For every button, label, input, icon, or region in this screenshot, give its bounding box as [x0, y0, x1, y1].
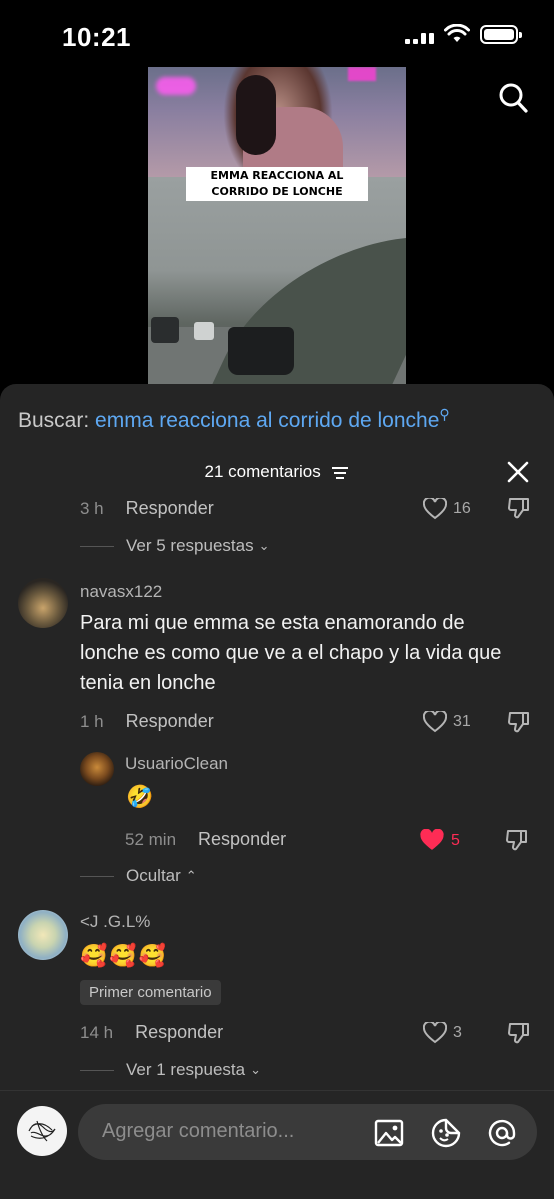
heart-filled-icon: [420, 829, 444, 850]
first-comment-badge: Primer comentario: [80, 980, 221, 1005]
sort-icon[interactable]: [331, 466, 349, 480]
reply-button[interactable]: Responder: [135, 1022, 223, 1043]
status-bar: 10:21: [0, 0, 554, 70]
like-count: 16: [453, 500, 471, 517]
comment-count-header[interactable]: 21 comentarios: [0, 462, 554, 482]
search-icon[interactable]: [498, 82, 528, 114]
comment-meta: 1 h Responder: [80, 711, 214, 732]
view-replies-label: Ver 5 respuestas: [126, 536, 254, 555]
wifi-icon: [444, 24, 470, 42]
comment-time: 3 h: [80, 498, 104, 518]
video-reaction-frame: [148, 67, 406, 192]
avatar[interactable]: [80, 752, 114, 786]
like-button[interactable]: 31: [423, 711, 471, 733]
view-replies-label: Ver 1 respuesta: [126, 1060, 246, 1079]
comment-username[interactable]: navasx122: [80, 582, 162, 602]
comment-text: Para mi que emma se esta enamorando de l…: [80, 612, 502, 694]
like-count: 31: [453, 713, 471, 730]
status-time: 10:21: [62, 22, 131, 52]
cellular-signal-icon: [405, 24, 434, 44]
comment-username[interactable]: UsuarioClean: [125, 754, 228, 774]
comments-sheet: Buscar: emma reacciona al corrido de lon…: [0, 384, 554, 1199]
search-small-icon: ⚲: [439, 406, 450, 422]
comment-list[interactable]: 3 h Responder 16 Ver 5 respuestas ⌄ nava…: [0, 488, 554, 1093]
heart-outline-icon: [423, 498, 447, 520]
reply-button[interactable]: Responder: [198, 829, 286, 850]
hide-replies-label: Ocultar: [126, 866, 181, 885]
search-query-link[interactable]: emma reacciona al corrido de lonche: [95, 409, 439, 432]
heart-outline-icon: [423, 711, 447, 733]
heart-outline-icon: [423, 1022, 447, 1044]
chevron-down-icon: ⌄: [258, 538, 270, 553]
chevron-down-icon: ⌄: [250, 1062, 261, 1077]
chevron-up-icon: ⌃: [185, 868, 197, 883]
comment-username[interactable]: <J .G.L%: [80, 912, 150, 932]
comment-input-bar: Agregar comentario...: [0, 1090, 554, 1199]
dislike-icon[interactable]: [507, 496, 531, 520]
like-count: 5: [451, 831, 460, 849]
like-count: 3: [453, 1024, 462, 1041]
comment-text: 🤣: [126, 784, 154, 809]
comment-time: 52 min: [125, 829, 177, 849]
like-button[interactable]: 5: [419, 829, 460, 852]
video-preview[interactable]: Emma reacciona al corrido de lonche: [148, 67, 406, 385]
dislike-icon[interactable]: [507, 1021, 531, 1045]
like-button[interactable]: 3: [423, 1022, 462, 1044]
comment-time: 1 h: [80, 711, 104, 731]
like-button[interactable]: 16: [423, 498, 471, 520]
image-icon[interactable]: [374, 1118, 404, 1148]
reply-button[interactable]: Responder: [126, 711, 214, 732]
search-prefix: Buscar:: [18, 409, 90, 432]
close-icon[interactable]: [506, 460, 530, 484]
related-search[interactable]: Buscar: emma reacciona al corrido de lon…: [18, 406, 450, 433]
comment-time: 14 h: [80, 1022, 114, 1042]
comment-input-placeholder: Agregar comentario...: [102, 1120, 295, 1142]
video-road-frame: [148, 177, 406, 385]
mention-icon[interactable]: [487, 1118, 517, 1148]
emoji-sticker-icon[interactable]: [431, 1118, 461, 1148]
avatar[interactable]: [18, 910, 68, 960]
comment-meta: 52 min Responder: [125, 829, 286, 850]
reply-button[interactable]: Responder: [126, 498, 214, 519]
dislike-icon[interactable]: [505, 828, 529, 852]
hide-replies-button[interactable]: Ocultar ⌃: [80, 866, 197, 886]
battery-icon: [480, 24, 522, 44]
scribble-avatar-image: [28, 1120, 56, 1142]
video-caption: Emma reacciona al corrido de lonche: [186, 167, 368, 201]
comment-input[interactable]: Agregar comentario...: [78, 1104, 537, 1160]
avatar[interactable]: [17, 1106, 67, 1156]
dislike-icon[interactable]: [507, 710, 531, 734]
status-icons: [405, 24, 522, 44]
comment-meta: 14 h Responder: [80, 1022, 223, 1043]
view-replies-button[interactable]: Ver 5 respuestas ⌄: [80, 536, 269, 556]
comment-meta: 3 h Responder: [80, 498, 214, 519]
comment-text: 🥰🥰🥰: [80, 943, 169, 968]
view-replies-button[interactable]: Ver 1 respuesta ⌄: [80, 1060, 261, 1080]
comment-count: 21 comentarios: [204, 462, 321, 481]
avatar[interactable]: [18, 578, 68, 628]
